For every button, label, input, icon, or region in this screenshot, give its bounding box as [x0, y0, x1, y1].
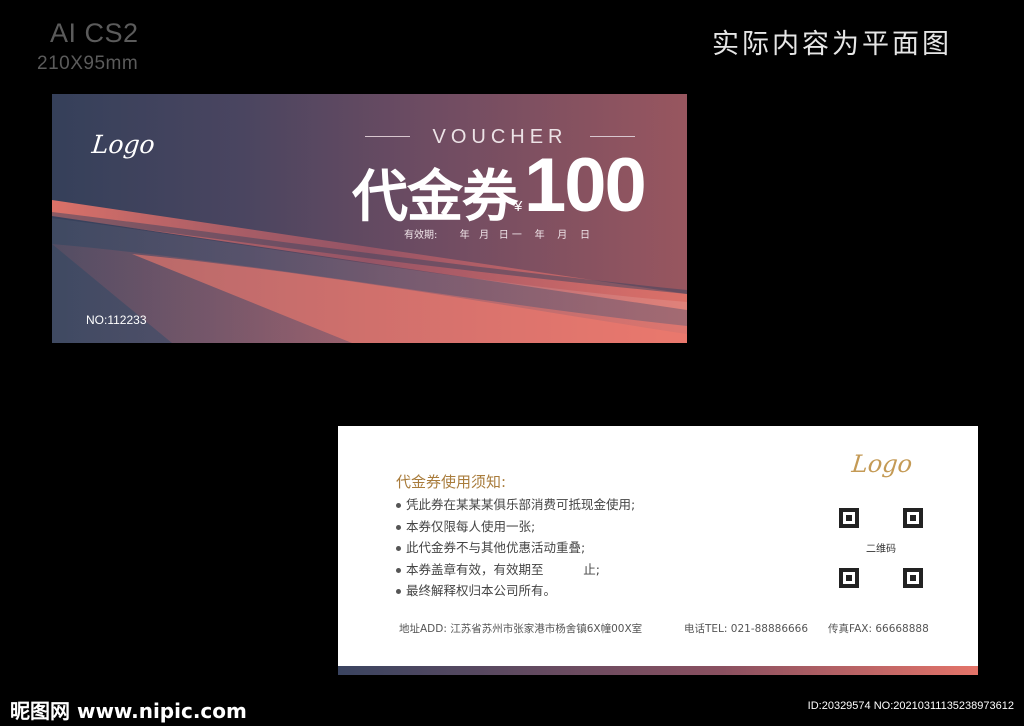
spec-software: AI CS2 [50, 18, 139, 48]
site-watermark: 昵图网 www.nipic.com [10, 699, 247, 723]
qr-finder-icon [903, 568, 923, 588]
serial-number: NO:112233 [86, 313, 147, 327]
bullet-icon [396, 503, 401, 508]
heading-rule-right [590, 136, 635, 137]
front-logo: Logo [90, 130, 157, 159]
phone: 电话TEL: 021-88886666 [684, 623, 809, 635]
fax: 传真FAX: 66668888 [828, 623, 929, 635]
qr-finder-icon [839, 568, 859, 588]
address: 地址ADD: 江苏省苏州市张家港市杨舍镇6X幢00X室 [399, 623, 643, 635]
voucher-amount: 100 [524, 143, 647, 228]
rules-title: 代金券使用须知: [396, 473, 507, 491]
qr-finder-icon [903, 508, 923, 528]
notice-text: 实际内容为平面图 [712, 29, 952, 60]
back-logo: Logo [850, 450, 914, 478]
list-item: 此代金券不与其他优惠活动重叠; [396, 537, 635, 559]
list-item: 最终解释权归本公司所有。 [396, 580, 635, 602]
voucher-title-cn: 代金券 [352, 165, 518, 230]
bullet-icon [396, 546, 401, 551]
qr-finder-icon [839, 508, 859, 528]
bullet-icon [396, 589, 401, 594]
spec-size: 210X95mm [37, 53, 139, 74]
currency-symbol: ¥ [514, 198, 523, 215]
voucher-back: Logo 代金券使用须知: 凭此券在某某某俱乐部消费可抵现金使用; 本券仅限每人… [338, 426, 978, 675]
rules-list: 凭此券在某某某俱乐部消费可抵现金使用; 本券仅限每人使用一张; 此代金券不与其他… [396, 494, 635, 602]
image-id: ID:20329574 NO:20210311135238973612 [807, 700, 1014, 712]
bottom-color-strip [338, 666, 978, 675]
qr-label: 二维码 [866, 544, 896, 555]
bullet-icon [396, 567, 401, 573]
bullet-icon [396, 524, 401, 530]
list-item: 凭此券在某某某俱乐部消费可抵现金使用; [396, 494, 635, 516]
voucher-front: Logo VOUCHER 代金券 ¥ 100 有效期: 年 月 日 一 年 月 … [52, 94, 687, 343]
qr-code-placeholder: 二维码 [837, 506, 925, 590]
list-item: 本券盖章有效，有效期至 止; [396, 559, 635, 581]
validity-period: 有效期: 年 月 日 一 年 月 日 [404, 230, 591, 241]
list-item: 本券仅限每人使用一张; [396, 516, 635, 538]
